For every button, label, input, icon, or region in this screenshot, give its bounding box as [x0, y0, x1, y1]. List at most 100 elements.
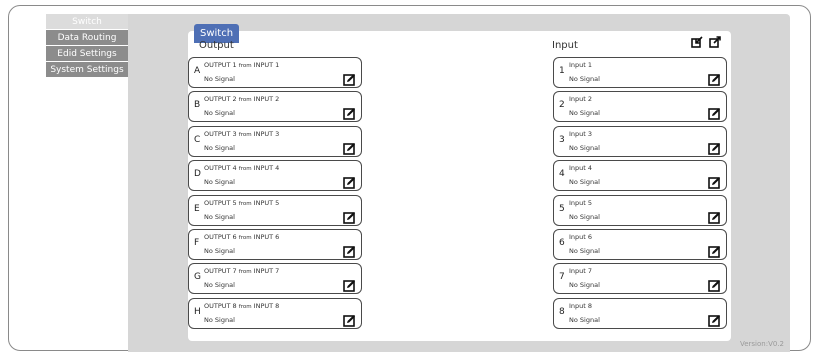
- output-route-label: OUTPUT 5 from INPUT 5: [204, 199, 279, 207]
- output-card[interactable]: G OUTPUT 7 from INPUT 7 No Signal: [188, 263, 362, 295]
- input-card[interactable]: 6 Input 6 No Signal: [553, 229, 727, 260]
- edit-icon[interactable]: [343, 140, 356, 155]
- output-id: A: [194, 66, 201, 76]
- input-card[interactable]: 8 Input 8 No Signal: [553, 297, 727, 329]
- input-signal-status: No Signal: [569, 281, 600, 290]
- nav-item-switch[interactable]: Switch: [46, 14, 128, 30]
- edit-icon[interactable]: [708, 105, 721, 121]
- output-card[interactable]: H OUTPUT 8 from INPUT 8 No Signal: [188, 297, 362, 329]
- output-id: C: [194, 134, 201, 145]
- output-signal-status: No Signal: [204, 75, 235, 83]
- input-id: 6: [559, 238, 565, 248]
- edit-icon[interactable]: [708, 277, 721, 293]
- output-name: OUTPUT 7: [204, 267, 237, 276]
- edit-icon[interactable]: [343, 174, 356, 189]
- edit-icon[interactable]: [343, 312, 356, 327]
- output-name: OUTPUT 1: [204, 61, 237, 69]
- output-route-label: OUTPUT 4 from INPUT 4: [204, 164, 279, 172]
- output-name: OUTPUT 6: [204, 233, 237, 241]
- input-signal-status: No Signal: [569, 75, 600, 83]
- output-signal-status: No Signal: [204, 247, 235, 255]
- output-route-label: OUTPUT 1 from INPUT 1: [204, 61, 279, 69]
- output-from-word: from: [238, 200, 252, 207]
- input-name: Input 2: [569, 95, 593, 104]
- input-name: Input 8: [569, 301, 593, 310]
- edit-icon[interactable]: [708, 174, 721, 189]
- output-source: INPUT 3: [253, 129, 280, 138]
- input-id: 3: [559, 134, 565, 145]
- output-card[interactable]: D OUTPUT 4 from INPUT 4 No Signal: [188, 160, 362, 192]
- edit-icon[interactable]: [708, 140, 721, 155]
- nav-item-system-settings[interactable]: System Settings: [46, 62, 128, 78]
- output-route-label: OUTPUT 6 from INPUT 6: [204, 233, 279, 241]
- input-name: Input 4: [569, 164, 593, 173]
- edit-icon[interactable]: [343, 105, 356, 121]
- output-source: INPUT 1: [253, 61, 280, 69]
- edit-icon[interactable]: [708, 312, 721, 327]
- output-card[interactable]: F OUTPUT 6 from INPUT 6 No Signal: [188, 229, 362, 260]
- output-id: H: [194, 306, 201, 317]
- input-name: Input 6: [569, 233, 593, 241]
- output-name: OUTPUT 3: [204, 129, 237, 138]
- input-signal-status: No Signal: [569, 178, 600, 187]
- output-from-word: from: [238, 269, 252, 276]
- input-signal-status: No Signal: [569, 212, 600, 221]
- input-id: 5: [559, 203, 565, 214]
- output-source: INPUT 2: [253, 95, 280, 104]
- nav-item-data-routing[interactable]: Data Routing: [46, 30, 128, 46]
- export-icon[interactable]: [709, 33, 721, 48]
- output-from-word: from: [238, 303, 252, 310]
- side-nav: Switch Data Routing Edid Settings System…: [46, 14, 128, 78]
- edit-icon[interactable]: [708, 243, 721, 258]
- output-id: E: [194, 203, 200, 214]
- input-signal-status: No Signal: [569, 109, 600, 118]
- output-card[interactable]: B OUTPUT 2 from INPUT 2 No Signal: [188, 91, 362, 123]
- output-route-label: OUTPUT 8 from INPUT 8: [204, 302, 279, 310]
- edit-icon[interactable]: [708, 209, 721, 224]
- input-signal-status: No Signal: [569, 143, 600, 152]
- output-signal-status: No Signal: [204, 109, 235, 118]
- input-card[interactable]: 5 Input 5 No Signal: [553, 194, 727, 226]
- output-name: OUTPUT 4: [204, 164, 237, 173]
- input-card[interactable]: 7 Input 7 No Signal: [553, 263, 727, 295]
- input-card[interactable]: 2 Input 2 No Signal: [553, 91, 727, 123]
- edit-icon[interactable]: [343, 243, 356, 258]
- import-icon[interactable]: [691, 33, 703, 48]
- output-route-label: OUTPUT 7 from INPUT 7: [204, 267, 279, 275]
- output-card[interactable]: E OUTPUT 5 from INPUT 5 No Signal: [188, 194, 362, 226]
- output-from-word: from: [238, 166, 252, 173]
- output-source: INPUT 7: [253, 267, 280, 276]
- output-column-title: Output: [199, 40, 234, 51]
- input-name: Input 7: [569, 267, 593, 276]
- input-signal-status: No Signal: [569, 315, 600, 324]
- output-source: INPUT 4: [253, 164, 280, 173]
- input-card[interactable]: 4 Input 4 No Signal: [553, 160, 727, 192]
- output-signal-status: No Signal: [204, 281, 235, 290]
- output-card[interactable]: C OUTPUT 3 from INPUT 3 No Signal: [188, 125, 362, 157]
- output-id: D: [194, 169, 201, 180]
- output-id: F: [194, 238, 200, 248]
- edit-icon[interactable]: [343, 277, 356, 293]
- output-signal-status: No Signal: [204, 315, 235, 324]
- edit-icon[interactable]: [343, 209, 356, 224]
- output-from-word: from: [238, 131, 252, 138]
- output-id: B: [194, 100, 201, 111]
- edit-icon[interactable]: [343, 71, 356, 86]
- version-label: Version:V0.2: [739, 340, 784, 348]
- output-card[interactable]: A OUTPUT 1 from INPUT 1 No Signal: [188, 57, 362, 88]
- input-card[interactable]: 1 Input 1 No Signal: [553, 57, 727, 88]
- output-signal-status: No Signal: [204, 178, 235, 187]
- input-id: 7: [559, 272, 565, 283]
- input-column-title: Input: [552, 40, 578, 51]
- input-name: Input 3: [569, 129, 593, 138]
- input-id: 8: [559, 306, 565, 317]
- output-source: INPUT 6: [253, 233, 280, 241]
- nav-item-edid-settings[interactable]: Edid Settings: [46, 46, 128, 62]
- output-from-word: from: [238, 97, 252, 104]
- input-id: 4: [559, 169, 565, 180]
- edit-icon[interactable]: [708, 71, 721, 86]
- input-id: 2: [559, 100, 565, 111]
- output-signal-status: No Signal: [204, 143, 235, 152]
- input-card[interactable]: 3 Input 3 No Signal: [553, 125, 727, 157]
- input-name: Input 5: [569, 198, 593, 207]
